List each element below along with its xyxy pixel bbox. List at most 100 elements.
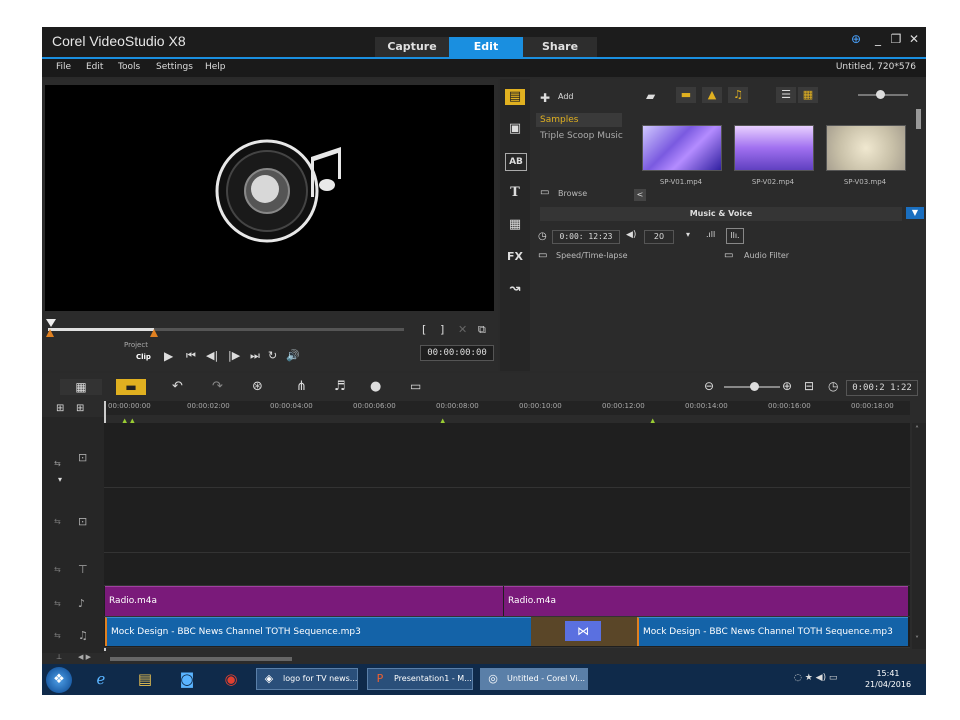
zoom-knob[interactable] (750, 382, 759, 391)
split-clip-icon[interactable]: ✕ (458, 323, 467, 336)
thumbnail-sp-v03[interactable] (826, 125, 906, 171)
browse-label[interactable]: Browse (558, 189, 587, 198)
clock-date[interactable]: 21/04/2016 (862, 680, 914, 689)
scroll-up-icon[interactable]: ˄ (915, 425, 919, 434)
undo-icon[interactable]: ↶ (172, 379, 183, 394)
file-explorer-icon[interactable]: ▤ (134, 669, 156, 689)
voice-track-icon[interactable]: ♪ (78, 597, 85, 610)
media-app-icon[interactable]: ◙ (176, 669, 198, 689)
play-button[interactable]: ▶ (164, 349, 173, 363)
transition-icon[interactable]: AB (505, 153, 527, 171)
voice-clip[interactable]: Radio.m4a (105, 586, 503, 616)
thumbnail-view-icon[interactable]: ▦ (798, 87, 818, 103)
title-track-icon[interactable]: ⊤ (78, 563, 88, 576)
clock-time[interactable]: 15:41 (862, 669, 914, 678)
import-folder-icon[interactable]: ▰ (646, 89, 655, 103)
minimize-button[interactable]: _ (870, 31, 886, 47)
track-toggle-icon[interactable]: ⇆ (54, 517, 61, 526)
next-frame-button[interactable]: |▶ (228, 349, 240, 362)
show-photos-icon[interactable]: ▲ (702, 87, 722, 103)
timeline-horizontal-scrollbar[interactable] (110, 657, 292, 661)
sound-mixer-icon[interactable]: ⋔ (296, 379, 307, 394)
timeline-view-icon[interactable]: ▬ (116, 379, 146, 395)
tab-edit[interactable]: Edit (449, 37, 523, 57)
show-videos-icon[interactable]: ▬ (676, 87, 696, 103)
start-button[interactable]: ❖ (46, 667, 72, 693)
close-button[interactable]: ✕ (906, 31, 922, 47)
add-folder-label[interactable]: Add (558, 92, 574, 101)
preview-screen[interactable] (45, 85, 494, 311)
redo-icon[interactable]: ↷ (212, 379, 223, 394)
enlarge-preview-icon[interactable]: ⧉ (478, 323, 486, 337)
home-button[interactable]: ⏮ (186, 349, 196, 363)
repeat-icon[interactable]: ↻ (268, 349, 277, 362)
end-button[interactable]: ⏭ (250, 349, 260, 363)
menu-settings[interactable]: Settings (156, 62, 193, 72)
timeline-ruler[interactable]: 00:00:00:00 00:00:02:00 00:00:04:00 00:0… (104, 401, 910, 415)
thumbnail-sp-v01[interactable] (642, 125, 722, 171)
mark-in-button[interactable]: [ (422, 323, 426, 336)
volume-icon[interactable]: 🔊 (286, 349, 300, 362)
overlay-track[interactable] (104, 488, 910, 553)
voice-clip[interactable]: Radio.m4a (504, 586, 908, 616)
crossfade-icon[interactable]: ⋈ (565, 621, 601, 641)
video-track[interactable] (104, 423, 910, 488)
duration-field[interactable]: 0:00: 12:23 (552, 230, 620, 244)
timeline-vertical-scrollbar[interactable]: ˄ ˅ (912, 423, 926, 649)
media-library-icon[interactable]: ▤ (505, 89, 525, 105)
list-view-icon[interactable]: ☰ (776, 87, 796, 103)
restore-button[interactable]: ❐ (888, 31, 904, 47)
instant-project-icon[interactable]: ▣ (505, 121, 525, 137)
tray-icons[interactable]: ◌ ★ ◀) ▭ (794, 673, 837, 683)
speed-time-lapse-button[interactable]: Speed/Time-lapse (556, 251, 628, 260)
volume-field[interactable]: 20 (644, 230, 674, 244)
track-manager-icon[interactable]: ⊞ (56, 403, 64, 414)
graphics-icon[interactable]: ▦ (505, 217, 525, 233)
title-text-icon[interactable]: T (505, 185, 525, 201)
subtitle-editor-icon[interactable]: ▭ (410, 379, 421, 393)
path-motion-icon[interactable]: ↝ (505, 281, 525, 297)
video-track-icon[interactable]: ⊡ (78, 451, 87, 464)
clip-mode-label[interactable]: Clip (136, 353, 151, 361)
playhead-marker[interactable] (46, 319, 56, 327)
music-track[interactable]: Mock Design - BBC News Channel TOTH Sequ… (104, 617, 910, 648)
track-expand-icon[interactable]: ⊥ (56, 653, 62, 661)
overlay-track-icon[interactable]: ⊡ (78, 515, 87, 528)
title-track[interactable] (104, 553, 910, 586)
storyboard-view-icon[interactable]: ▦ (60, 379, 102, 395)
music-track-icon[interactable]: ♫ (78, 629, 88, 642)
menu-edit[interactable]: Edit (86, 62, 103, 72)
fade-in-icon[interactable]: .ıll (706, 230, 715, 239)
audio-transition-block[interactable]: ⋈ (531, 617, 637, 646)
show-audio-icon[interactable]: ♫ (728, 87, 748, 103)
folder-triple-scoop[interactable]: Triple Scoop Music (540, 131, 623, 141)
chrome-icon[interactable]: ◉ (220, 669, 242, 689)
fade-out-icon[interactable]: llı. (726, 228, 744, 244)
options-collapse-button[interactable]: ▼ (906, 207, 924, 219)
preview-timecode[interactable]: 00:00:00:00 (420, 345, 494, 361)
music-clip[interactable]: Mock Design - BBC News Channel TOTH Sequ… (105, 617, 531, 646)
browse-icon[interactable]: ▭ (540, 187, 549, 198)
scroll-left-icon[interactable]: ◀ ▶ (78, 653, 91, 661)
ripple-dropdown-icon[interactable]: ▾ (58, 475, 62, 484)
thumbnail-sp-v02[interactable] (734, 125, 814, 171)
add-icon[interactable]: ✚ (540, 91, 550, 105)
collapse-folders-button[interactable]: < (634, 189, 646, 201)
fit-project-icon[interactable]: ⊟ (804, 379, 814, 393)
music-clip[interactable]: Mock Design - BBC News Channel TOTH Sequ… (637, 617, 908, 646)
menu-file[interactable]: File (56, 62, 71, 72)
tab-share[interactable]: Share (523, 37, 597, 57)
library-scrollbar[interactable] (916, 109, 921, 129)
internet-explorer-icon[interactable]: ℯ (90, 669, 112, 689)
folder-samples[interactable]: Samples (540, 115, 578, 125)
track-toggle-icon[interactable]: ⇆ (54, 599, 61, 608)
scroll-down-icon[interactable]: ˅ (915, 635, 919, 644)
motion-tracking-icon[interactable]: ● (370, 379, 381, 394)
fx-filter-icon[interactable]: FX (505, 249, 525, 265)
ripple-editing-icon[interactable]: ⇆ (54, 459, 61, 468)
globe-icon[interactable]: ⊕ (848, 31, 864, 47)
audio-filter-button[interactable]: Audio Filter (744, 251, 789, 260)
track-toggle-icon[interactable]: ⇆ (54, 565, 61, 574)
menu-tools[interactable]: Tools (118, 62, 140, 72)
zoom-in-icon[interactable]: ⊕ (782, 379, 792, 393)
